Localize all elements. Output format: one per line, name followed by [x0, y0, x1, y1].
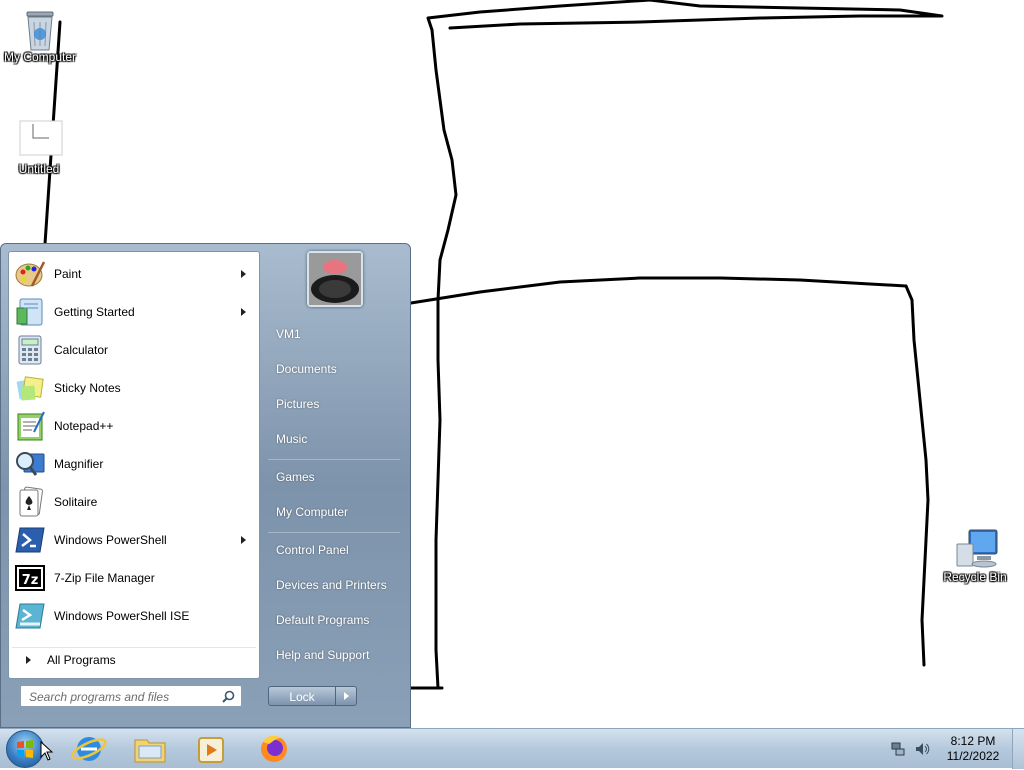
desktop-icon-label: My Computer [3, 50, 77, 64]
all-programs-button[interactable]: All Programs [12, 647, 256, 672]
program-label: Getting Started [54, 305, 135, 319]
program-label: Notepad++ [54, 419, 114, 433]
clock-time: 8:12 PM [950, 734, 996, 748]
program-label: Calculator [54, 343, 109, 357]
desktop-icon-recycle-bin[interactable]: Recycle Bin [935, 528, 1015, 584]
computer-icon [955, 528, 998, 568]
start-right-games[interactable]: Games [268, 463, 402, 491]
program-label: Solitaire [54, 495, 98, 509]
program-label: Windows PowerShell ISE [54, 609, 190, 623]
separator [268, 459, 400, 460]
show-desktop-button[interactable] [1012, 729, 1024, 769]
start-right-help-support[interactable]: Help and Support [268, 641, 402, 669]
powershell-ise-icon [14, 600, 46, 632]
taskbar-windows-explorer[interactable] [127, 732, 173, 766]
triangle-right-icon [26, 656, 31, 664]
desktop-icon-label: Recycle Bin [943, 570, 1007, 584]
search-icon[interactable] [222, 690, 235, 703]
svg-text:7z: 7z [22, 573, 39, 588]
program-magnifier[interactable]: Magnifier [12, 446, 256, 482]
start-right-documents[interactable]: Documents [268, 355, 402, 383]
powershell-icon [14, 524, 46, 556]
submenu-arrow-icon[interactable] [241, 536, 246, 544]
chevron-right-icon [344, 692, 349, 700]
start-right-computer[interactable]: My Computer [268, 498, 402, 526]
lock-button[interactable]: Lock [268, 686, 336, 706]
program-notepadpp[interactable]: Notepad++ [12, 408, 256, 444]
sticky-notes-icon [14, 372, 46, 404]
all-programs-label: All Programs [47, 653, 116, 667]
program-label: Paint [54, 267, 82, 281]
internet-explorer-icon [71, 737, 107, 761]
paint-icon [14, 258, 46, 290]
start-button[interactable] [6, 730, 44, 768]
magnifier-icon [14, 448, 46, 480]
getting-started-icon [14, 296, 46, 328]
windows-explorer-icon [134, 739, 166, 763]
program-7zip-file-manager[interactable]: 7z 7-Zip File Manager [12, 560, 256, 596]
search-box[interactable] [20, 685, 242, 707]
program-solitaire[interactable]: Solitaire [12, 484, 256, 520]
solitaire-icon [14, 486, 46, 518]
user-picture[interactable] [307, 251, 363, 307]
program-getting-started[interactable]: Getting Started [12, 294, 256, 330]
user-avatar-icon [309, 253, 361, 305]
media-player-icon [198, 737, 224, 763]
taskbar-firefox[interactable] [251, 732, 297, 766]
program-calculator[interactable]: Calculator [12, 332, 256, 368]
start-right-default-programs[interactable]: Default Programs [268, 606, 402, 634]
7zip-icon: 7z [14, 562, 46, 594]
program-label: Magnifier [54, 457, 104, 471]
separator [268, 532, 400, 533]
start-right-control-panel[interactable]: Control Panel [268, 536, 402, 564]
system-clock[interactable]: 8:12 PM 11/2/2022 [938, 734, 1008, 764]
desktop-icon-untitled[interactable]: Untitled [0, 120, 79, 176]
windows-logo-icon [17, 740, 33, 758]
program-label: 7-Zip File Manager [54, 571, 155, 585]
recycle-bin-icon [20, 8, 60, 51]
start-right-music[interactable]: Music [268, 425, 402, 453]
image-file-icon [19, 120, 63, 160]
program-windows-powershell-ise[interactable]: Windows PowerShell ISE [12, 598, 256, 634]
submenu-arrow-icon[interactable] [241, 270, 246, 278]
mouse-cursor-icon [40, 741, 54, 761]
program-label: Windows PowerShell [54, 533, 167, 547]
clock-date: 11/2/2022 [946, 749, 1000, 763]
start-menu-programs-pane: Paint Getting Started Calculator Sticky … [8, 251, 260, 679]
submenu-arrow-icon[interactable] [241, 308, 246, 316]
search-input[interactable] [27, 688, 221, 706]
shutdown-options-button[interactable] [335, 686, 357, 706]
start-right-devices-printers[interactable]: Devices and Printers [268, 571, 402, 599]
network-icon[interactable] [890, 741, 906, 757]
notepadpp-icon [14, 410, 46, 442]
program-label: Sticky Notes [54, 381, 121, 395]
program-sticky-notes[interactable]: Sticky Notes [12, 370, 256, 406]
program-paint[interactable]: Paint [12, 256, 256, 292]
desktop-icon-label: Untitled [18, 162, 60, 176]
taskbar: 8:12 PM 11/2/2022 [0, 728, 1024, 769]
taskbar-internet-explorer[interactable] [66, 732, 112, 766]
program-windows-powershell[interactable]: Windows PowerShell [12, 522, 256, 558]
calculator-icon [14, 334, 46, 366]
taskbar-media-player[interactable] [188, 732, 234, 766]
volume-icon[interactable] [914, 741, 930, 757]
firefox-icon [261, 735, 287, 762]
start-right-pictures[interactable]: Pictures [268, 390, 402, 418]
start-right-user[interactable]: VM1 [268, 320, 402, 348]
desktop-icon-my-computer[interactable]: My Computer [0, 8, 80, 64]
